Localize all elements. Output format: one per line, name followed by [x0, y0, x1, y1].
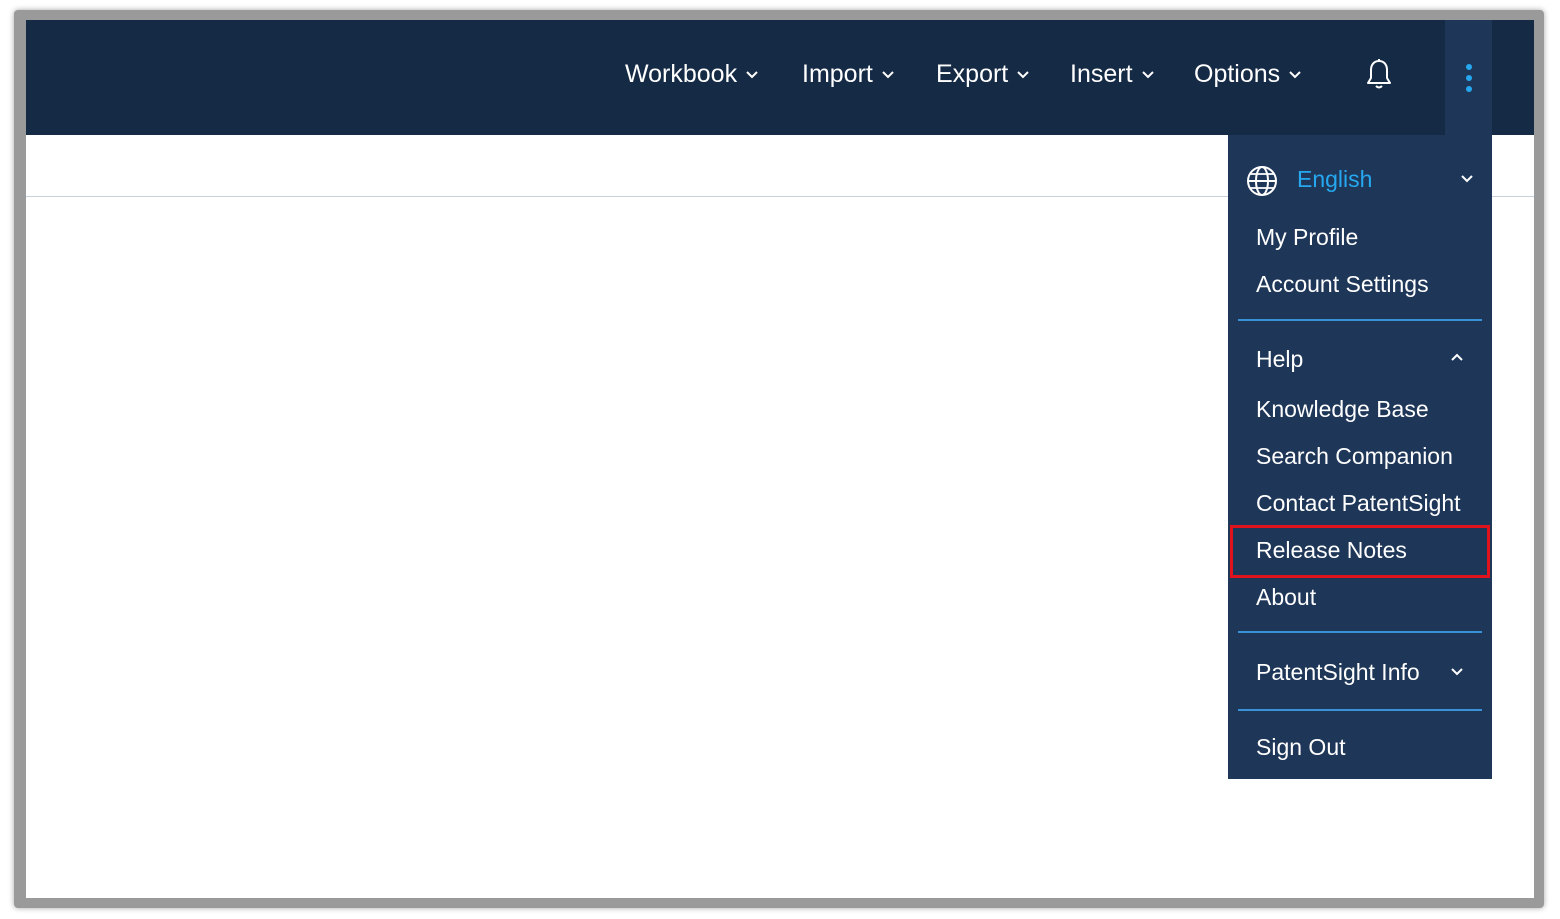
help-section-label: Help — [1256, 346, 1304, 372]
menu-item-label: Account Settings — [1256, 271, 1429, 297]
menu-divider — [1238, 319, 1482, 321]
menu-item-search-companion[interactable]: Search Companion — [1228, 434, 1492, 480]
menu-item-knowledge-base[interactable]: Knowledge Base — [1228, 387, 1492, 433]
more-options-button[interactable] — [1445, 20, 1492, 135]
menu-item-label: Search Companion — [1256, 443, 1453, 469]
menu-item-my-profile[interactable]: My Profile — [1228, 215, 1492, 261]
menu-divider — [1238, 709, 1482, 711]
language-label: English — [1297, 166, 1373, 192]
menu-item-label: Contact PatentSight — [1256, 490, 1461, 516]
nav-options-label: Options — [1194, 59, 1281, 88]
nav-options-menu[interactable]: Options — [1194, 58, 1302, 90]
top-navigation-bar: Workbook Import Export Insert Options — [26, 20, 1534, 135]
app-window: Workbook Import Export Insert Options En… — [26, 20, 1534, 898]
notifications-button[interactable] — [1362, 56, 1396, 92]
nav-export-label: Export — [936, 59, 1009, 88]
menu-item-label: Sign Out — [1256, 734, 1346, 760]
chevron-down-icon — [1289, 71, 1301, 79]
bell-icon — [1367, 59, 1391, 89]
language-selector[interactable]: English — [1228, 157, 1492, 203]
patentsight-info-toggle[interactable]: PatentSight Info — [1228, 650, 1492, 696]
menu-item-account-settings[interactable]: Account Settings — [1228, 262, 1492, 308]
nav-export-menu[interactable]: Export — [936, 58, 1030, 90]
chevron-down-icon — [1141, 71, 1154, 79]
chevron-up-icon — [1451, 353, 1463, 361]
chevron-down-icon — [1461, 175, 1473, 183]
menu-item-about[interactable]: About — [1228, 575, 1492, 621]
nav-import-menu[interactable]: Import — [802, 58, 895, 90]
user-dropdown-menu: English My Profile Account Settings Help… — [1228, 135, 1492, 779]
help-section-toggle[interactable]: Help — [1228, 337, 1492, 383]
menu-item-label: My Profile — [1256, 224, 1359, 250]
nav-workbook-label: Workbook — [625, 59, 738, 88]
globe-icon — [1247, 166, 1277, 196]
nav-workbook-menu[interactable]: Workbook — [625, 58, 759, 90]
chevron-down-icon — [1451, 668, 1463, 676]
menu-item-label: About — [1256, 584, 1317, 610]
nav-import-label: Import — [802, 59, 873, 88]
menu-divider — [1238, 631, 1482, 633]
chevron-down-icon — [746, 71, 758, 79]
menu-item-sign-out[interactable]: Sign Out — [1228, 725, 1492, 771]
release-notes-highlight-box — [1230, 525, 1490, 578]
chevron-down-icon — [882, 71, 894, 79]
menu-item-label: Knowledge Base — [1256, 396, 1429, 422]
nav-insert-menu[interactable]: Insert — [1070, 58, 1155, 90]
nav-insert-label: Insert — [1070, 59, 1133, 88]
vertical-dots-icon — [1465, 63, 1472, 92]
chevron-down-icon — [1017, 71, 1029, 79]
menu-item-contact-patentsight[interactable]: Contact PatentSight — [1228, 481, 1492, 527]
patentsight-info-label: PatentSight Info — [1256, 659, 1420, 685]
